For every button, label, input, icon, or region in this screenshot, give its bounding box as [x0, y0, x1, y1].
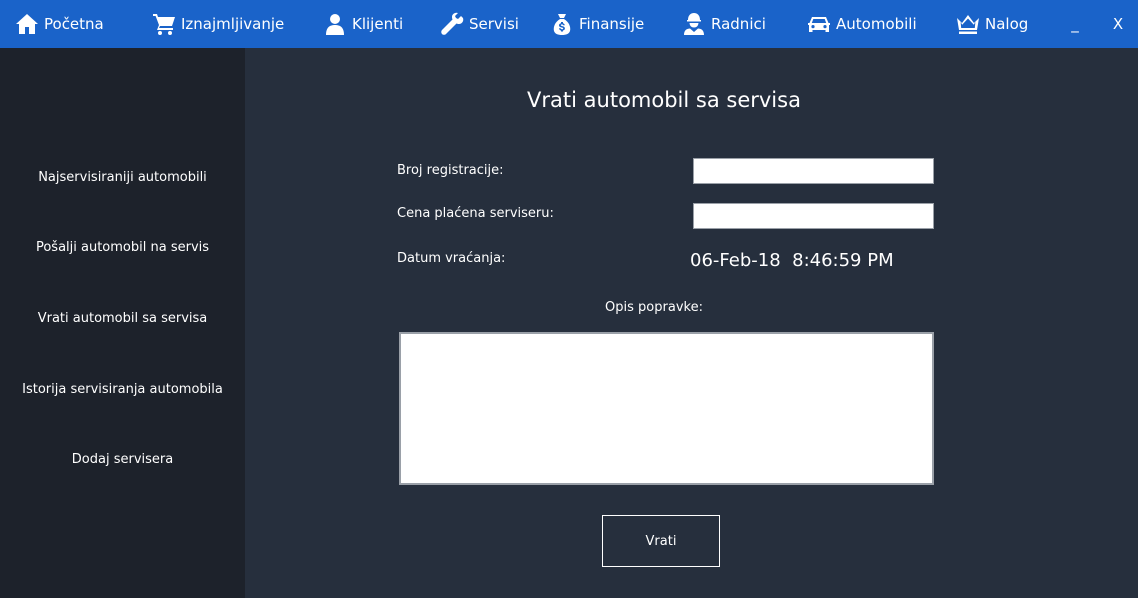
- top-navigation-bar: Početna Iznajmljivanje Klijenti Servisi …: [0, 0, 1138, 48]
- nav-item-label: Servisi: [469, 15, 519, 33]
- cart-icon: [153, 14, 175, 35]
- car-icon: [808, 17, 830, 32]
- user-icon: [326, 14, 344, 35]
- nav-item-klijenti[interactable]: Klijenti: [323, 0, 403, 48]
- nav-item-servisi[interactable]: Servisi: [440, 0, 519, 48]
- nav-item-label: Radnici: [711, 15, 766, 33]
- money-bag-icon: [553, 14, 571, 35]
- nav-item-automobili[interactable]: Automobili: [807, 0, 917, 48]
- nav-item-label: Nalog: [985, 15, 1029, 33]
- sidebar: Najservisiraniji automobili Pošalji auto…: [0, 48, 245, 598]
- sidebar-item-dodaj-servisera[interactable]: Dodaj servisera: [0, 452, 245, 467]
- sidebar-item-najservisiraniji[interactable]: Najservisiraniji automobili: [0, 170, 245, 185]
- price-label: Cena plaćena serviseru:: [397, 206, 554, 221]
- nav-item-radnici[interactable]: Radnici: [682, 0, 766, 48]
- nav-item-finansije[interactable]: Finansije: [550, 0, 644, 48]
- home-icon: [16, 14, 38, 34]
- page-title: Vrati automobil sa servisa: [527, 88, 801, 112]
- close-button[interactable]: X: [1106, 0, 1130, 48]
- nav-item-label: Finansije: [579, 15, 645, 33]
- nav-item-label: Iznajmljivanje: [181, 15, 285, 33]
- price-input[interactable]: [693, 203, 934, 229]
- wrench-icon: [441, 12, 464, 35]
- date-label: Datum vraćanja:: [397, 251, 506, 266]
- registration-input[interactable]: [693, 158, 934, 184]
- nav-item-label: Klijenti: [352, 15, 404, 33]
- nav-item-label: Početna: [44, 15, 104, 33]
- sidebar-item-vrati-sa-servisa[interactable]: Vrati automobil sa servisa: [0, 311, 245, 326]
- nav-item-pocetna[interactable]: Početna: [15, 0, 104, 48]
- sidebar-item-posalji-na-servis[interactable]: Pošalji automobil na servis: [0, 240, 245, 255]
- description-textarea[interactable]: [399, 332, 934, 485]
- date-value: 06-Feb-18 8:46:59 PM: [690, 250, 894, 271]
- description-label: Opis popravke:: [605, 300, 703, 315]
- worker-icon: [684, 13, 704, 35]
- registration-label: Broj registracije:: [397, 163, 504, 178]
- minimize-button[interactable]: _: [1063, 0, 1087, 48]
- crown-icon: [957, 15, 979, 34]
- vrati-button[interactable]: Vrati: [602, 515, 720, 567]
- nav-item-nalog[interactable]: Nalog: [956, 0, 1028, 48]
- nav-item-iznajmljivanje[interactable]: Iznajmljivanje: [152, 0, 284, 48]
- sidebar-item-istorija-servisiranja[interactable]: Istorija servisiranja automobila: [0, 382, 245, 397]
- nav-item-label: Automobili: [836, 15, 917, 33]
